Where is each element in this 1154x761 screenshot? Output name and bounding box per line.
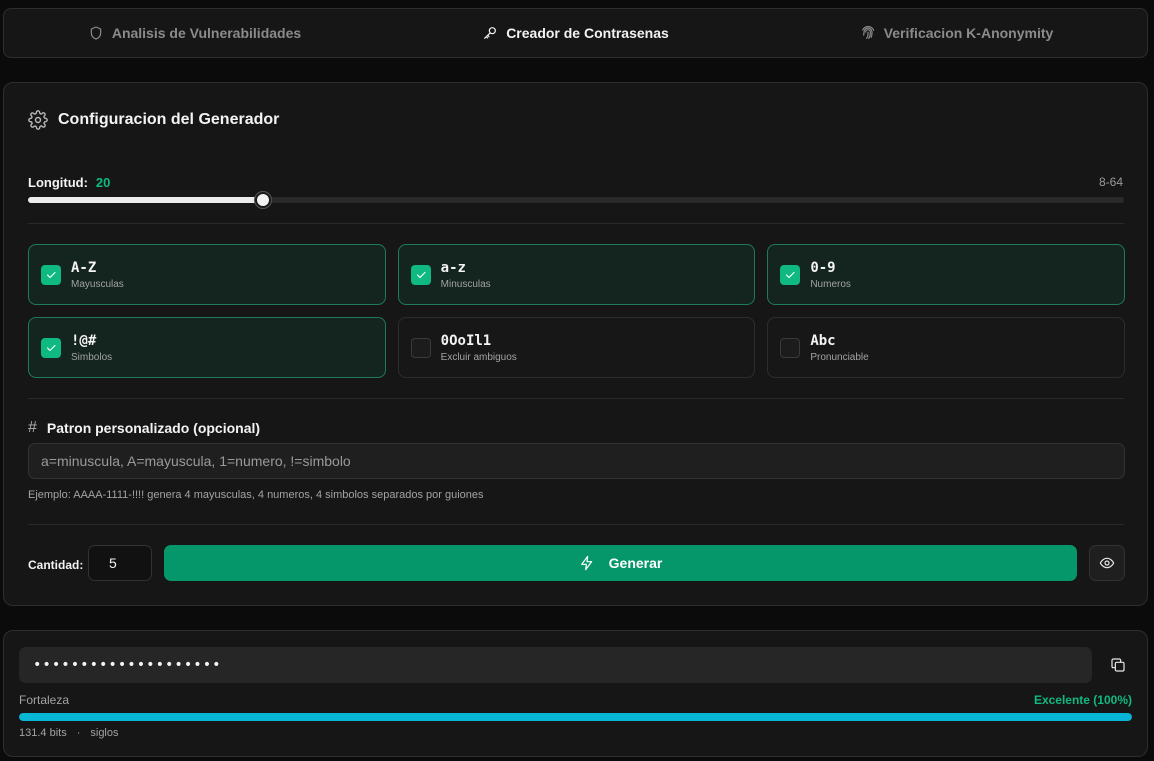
option-main: 0OoIl1 [440, 333, 492, 349]
checkbox[interactable] [41, 264, 61, 285]
strength-bar [19, 713, 1132, 721]
option-sub: Numeros [810, 279, 851, 290]
key-icon [484, 27, 497, 39]
toggle-visibility-button[interactable] [1089, 545, 1125, 581]
tab-label: Analisis de Vulnerabilidades [111, 25, 302, 41]
tab-label: Verificacion K-Anonymity [883, 25, 1054, 41]
pattern-input[interactable] [28, 443, 1125, 479]
option-numbers[interactable]: 0-9 Numeros [767, 244, 1125, 305]
password-output[interactable]: •••••••••••••••••••• [19, 647, 1092, 683]
length-range: 8-64 [1098, 175, 1123, 189]
strength-label: Fortaleza [19, 693, 70, 707]
option-sub: Mayusculas [71, 279, 124, 290]
generate-button[interactable]: Generar [164, 545, 1077, 581]
length-slider-thumb[interactable] [254, 192, 271, 208]
checkbox[interactable] [780, 264, 801, 285]
copy-button[interactable] [1104, 651, 1132, 679]
generated-password-card: •••••••••••••••••••• Fortaleza Excelente… [3, 630, 1148, 757]
eye-icon [1099, 557, 1115, 569]
tab-label: Creador de Contrasenas [506, 25, 669, 41]
checkbox[interactable] [780, 337, 801, 358]
length-slider-fill [28, 197, 263, 203]
option-sub: Pronunciable [810, 352, 869, 363]
shield-icon [90, 26, 102, 40]
checkbox[interactable] [410, 264, 431, 285]
length-label-text: Longitud: [28, 175, 88, 190]
strength-value: Excelente (100%) [1033, 693, 1132, 707]
option-main: !@# [71, 333, 97, 349]
card-title: Configuracion del Generador [28, 110, 279, 130]
check-icon [416, 271, 426, 278]
length-label: Longitud: 20 [28, 175, 110, 190]
charset-options: A-Z Mayusculas a-z Minusculas 0-9 Numeros !… [28, 244, 1125, 378]
quantity-input[interactable] [88, 545, 152, 581]
meta-separator: · [76, 727, 81, 739]
pattern-title: # Patron personalizado (opcional) [28, 419, 260, 437]
divider [28, 223, 1124, 224]
entropy-bits: 131.4 bits [19, 727, 67, 739]
fingerprint-icon [861, 26, 874, 39]
strength-bar-fill [19, 713, 1132, 721]
check-icon [46, 344, 56, 351]
copy-icon [1111, 658, 1125, 672]
divider [28, 398, 1124, 399]
divider [28, 524, 1124, 525]
check-icon [786, 271, 795, 278]
quantity-label: Cantidad: [28, 558, 84, 572]
option-main: Abc [810, 333, 836, 349]
card-title-text: Configuracion del Generador [58, 111, 280, 128]
checkbox[interactable] [41, 337, 61, 358]
option-main: A-Z [71, 260, 97, 276]
checkbox[interactable] [410, 337, 431, 358]
option-main: a-z [440, 260, 466, 276]
option-sub: Simbolos [71, 352, 113, 363]
pattern-hint: Ejemplo: AAAA-1111-!!!! genera 4 mayuscu… [28, 489, 484, 501]
tab-k-anonymity[interactable]: Verificacion K-Anonymity [766, 9, 1147, 57]
option-lowercase[interactable]: a-z Minusculas [397, 244, 756, 305]
pattern-title-text: Patron personalizado (opcional) [46, 420, 261, 436]
option-sub: Excluir ambiguos [440, 352, 517, 363]
zap-icon [580, 555, 592, 571]
password-meta: 131.4 bits · siglos [19, 727, 119, 739]
generate-button-label: Generar [608, 555, 663, 571]
gear-icon [28, 110, 48, 130]
hash-icon: # [28, 419, 37, 436]
tab-bar: Analisis de Vulnerabilidades Creador de … [3, 8, 1148, 58]
check-icon [46, 271, 56, 278]
length-slider[interactable] [28, 192, 1124, 208]
tab-password-creator[interactable]: Creador de Contrasenas [385, 9, 766, 57]
generator-config-card: Configuracion del Generador Longitud: 20… [3, 82, 1148, 606]
option-pronounceable[interactable]: Abc Pronunciable [767, 317, 1125, 378]
length-value: 20 [95, 175, 111, 190]
option-uppercase[interactable]: A-Z Mayusculas [28, 244, 386, 305]
option-exclude-ambiguous[interactable]: 0OoIl1 Excluir ambiguos [397, 317, 756, 378]
option-sub: Minusculas [440, 279, 491, 290]
option-symbols[interactable]: !@# Simbolos [28, 317, 386, 378]
option-main: 0-9 [810, 260, 836, 276]
tab-vulnerability-analysis[interactable]: Analisis de Vulnerabilidades [4, 9, 385, 57]
crack-time: siglos [90, 727, 119, 739]
